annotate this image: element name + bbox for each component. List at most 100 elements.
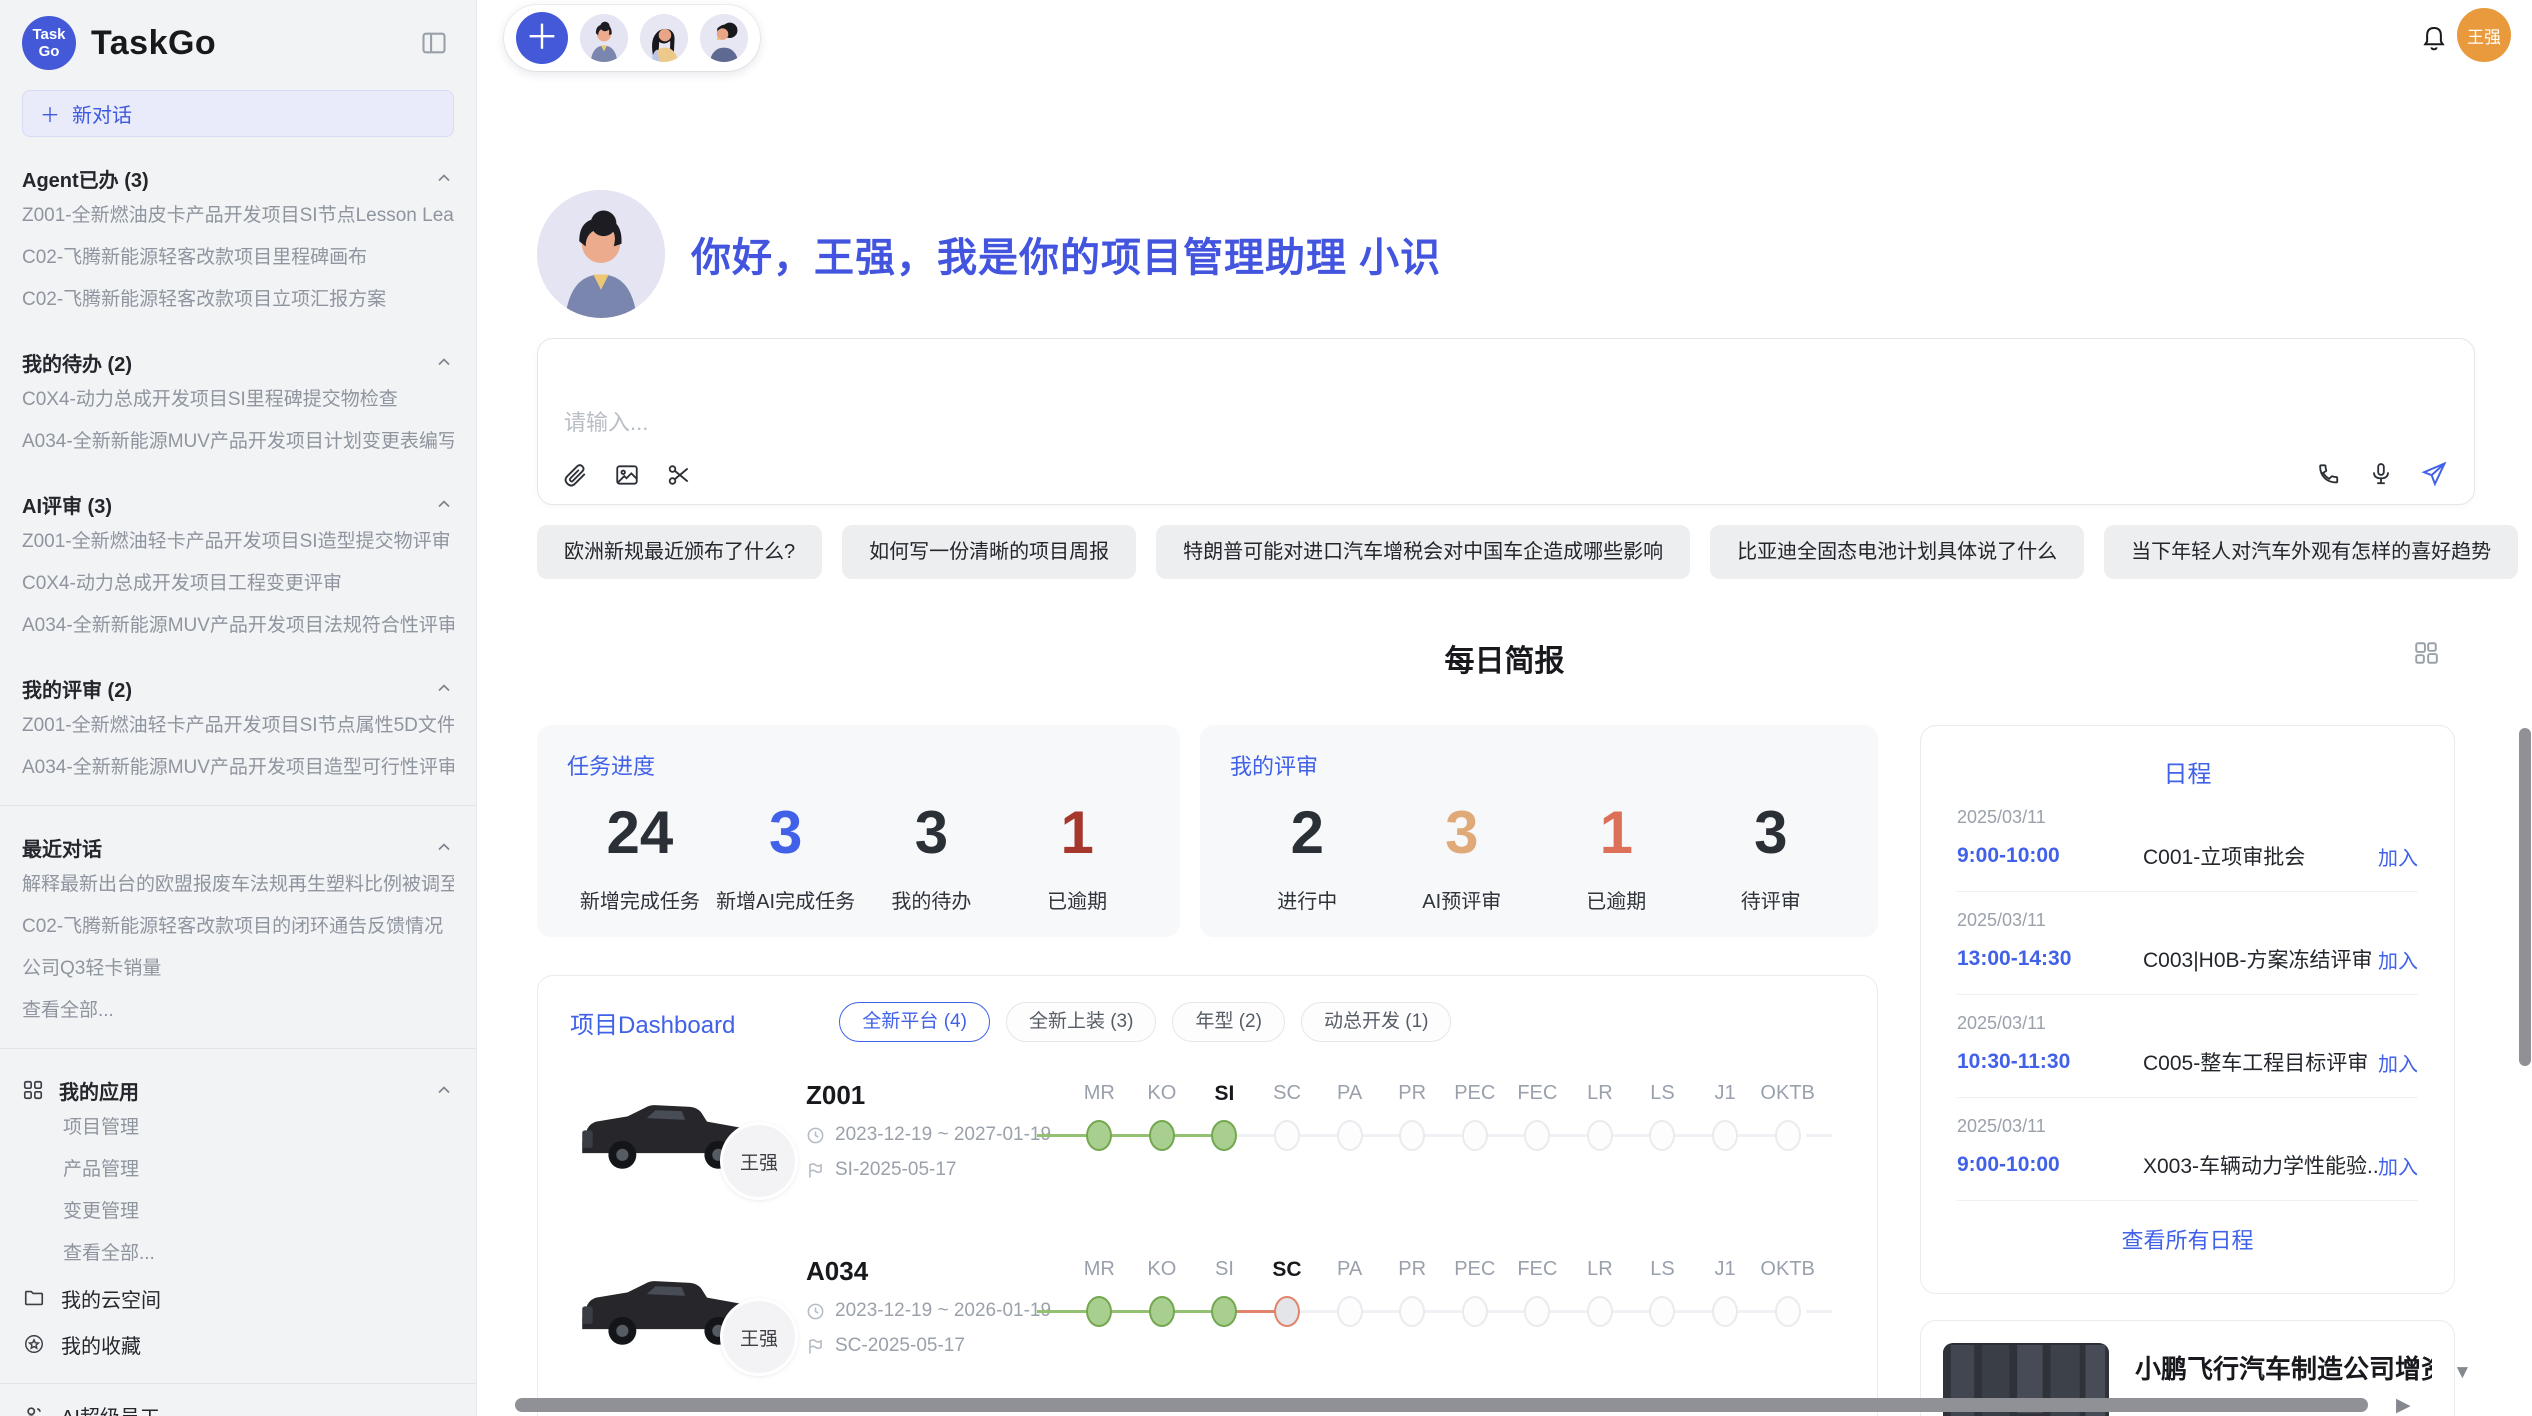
paperclip-icon[interactable] — [562, 462, 588, 488]
scroll-down-arrow-icon[interactable]: ▼ — [2453, 1362, 2472, 1384]
app-title: TaskGo — [91, 24, 216, 63]
section-header-ai-review[interactable]: AI评审 (3) — [22, 487, 454, 521]
section-header-my-apps[interactable]: 我的应用 — [22, 1073, 454, 1107]
assistant-avatar-2[interactable] — [640, 14, 688, 62]
milestone-dot — [1211, 1120, 1237, 1151]
join-button[interactable]: 加入 — [2378, 945, 2418, 974]
apps-grid-icon — [22, 1079, 44, 1101]
sidebar-item[interactable]: A034-全新新能源MUV产品开发项目计划变更表编写 — [22, 421, 454, 463]
add-assistant-button[interactable]: ＋ — [516, 12, 568, 64]
chevron-up-icon — [434, 837, 454, 857]
image-icon[interactable] — [614, 462, 640, 488]
stat-label: 待评审 — [1694, 885, 1849, 914]
section-header-my-todo[interactable]: 我的待办 (2) — [22, 345, 454, 379]
sidebar-item[interactable]: C02-飞腾新能源轻客改款项目立项汇报方案 — [22, 279, 454, 321]
milestone-oktb: OKTB — [1756, 1082, 1819, 1151]
phone-icon[interactable] — [2316, 461, 2342, 487]
schedule-event-title: C001-立项审批会 — [2143, 841, 2378, 871]
stat-label: 新增完成任务 — [567, 885, 713, 914]
sidebar-collapse-icon[interactable] — [418, 27, 450, 59]
project-row[interactable]: 王强 A034 2023-12-19 ~ 2026-01-19 SC-2025-… — [570, 1254, 1845, 1404]
task-progress-card: 任务进度 24 新增完成任务 3 新增AI完成任务 3 我的待办 — [537, 725, 1180, 937]
chevron-up-icon — [434, 678, 454, 698]
sidebar-item[interactable]: C0X4-动力总成开发项目工程变更评审 — [22, 563, 454, 605]
divider — [0, 1048, 476, 1049]
user-avatar[interactable]: 王强 — [2457, 8, 2511, 62]
sidebar-item-cloud-space[interactable]: 我的云空间 — [22, 1275, 454, 1321]
section-header-recent-chats[interactable]: 最近对话 — [22, 830, 454, 864]
filter-new-body[interactable]: 全新上装 (3) — [1006, 1002, 1157, 1042]
chat-composer[interactable]: 请输入... — [537, 338, 2475, 505]
notification-bell-icon[interactable] — [2419, 23, 2449, 53]
section-label: Agent已办 (3) — [22, 164, 149, 193]
assistant-switcher: ＋ — [504, 5, 760, 71]
apps-view-all[interactable]: 查看全部... — [22, 1233, 454, 1275]
schedule-time: 9:00-10:00 — [1957, 844, 2115, 868]
schedule-time: 10:30-11:30 — [1957, 1050, 2115, 1074]
send-icon[interactable] — [2420, 460, 2448, 488]
project-name: Z001 — [806, 1080, 1068, 1111]
chevron-up-icon — [434, 1080, 454, 1100]
sidebar-item[interactable]: C0X4-动力总成开发项目SI里程碑提交物检查 — [22, 379, 454, 421]
suggestion-chip[interactable]: 欧洲新规最近颁布了什么? — [537, 525, 822, 579]
milestone-label: J1 — [1694, 1258, 1757, 1286]
sidebar-item-ai-employee[interactable]: AI超级员工 — [22, 1392, 454, 1416]
project-row[interactable]: 王强 Z001 2023-12-19 ~ 2027-01-19 SI-2025-… — [570, 1078, 1845, 1228]
sidebar-item[interactable]: A034-全新新能源MUV产品开发项目造型可行性评审 — [22, 747, 454, 789]
filter-powertrain[interactable]: 动总开发 (1) — [1301, 1002, 1452, 1042]
stat-new-ai-done: 3 新增AI完成任务 — [713, 795, 859, 914]
briefing-layout-icon[interactable] — [2413, 640, 2439, 666]
composer-right-tools — [2316, 460, 2448, 488]
sidebar-item-favorites[interactable]: 我的收藏 — [22, 1321, 454, 1367]
suggestion-chip[interactable]: 比亚迪全固态电池计划具体说了什么 — [1710, 525, 2084, 579]
milestone-label: OKTB — [1756, 1258, 1819, 1286]
join-button[interactable]: 加入 — [2378, 842, 2418, 871]
milestone-ko: KO — [1131, 1258, 1194, 1327]
sidebar-item[interactable]: Z001-全新燃油皮卡产品开发项目SI节点Lesson Learn报告 — [22, 195, 454, 237]
app-item-change-mgmt[interactable]: 变更管理 — [22, 1191, 454, 1233]
section-header-agent-done[interactable]: Agent已办 (3) — [22, 161, 454, 195]
app-item-product-mgmt[interactable]: 产品管理 — [22, 1149, 454, 1191]
assistant-avatar-1[interactable] — [580, 14, 628, 62]
milestone-dot — [1587, 1296, 1613, 1327]
recent-chats-view-all[interactable]: 查看全部... — [22, 990, 454, 1032]
filter-new-platform[interactable]: 全新平台 (4) — [839, 1002, 990, 1042]
scroll-right-arrow-icon[interactable]: ▶ — [2396, 1394, 2411, 1416]
section-header-my-review[interactable]: 我的评审 (2) — [22, 671, 454, 705]
suggestion-chip[interactable]: 特朗普可能对进口汽车增税会对中国车企造成哪些影响 — [1156, 525, 1690, 579]
milestone-label: MR — [1068, 1082, 1131, 1110]
join-button[interactable]: 加入 — [2378, 1048, 2418, 1077]
recent-chat-item[interactable]: C02-飞腾新能源轻客改款项目的闭环通告反馈情况 — [22, 906, 454, 948]
suggestion-chip[interactable]: 当下年轻人对汽车外观有怎样的喜好趋势 — [2104, 525, 2518, 579]
recent-chat-item[interactable]: 公司Q3轻卡销量 — [22, 948, 454, 990]
suggestion-chip[interactable]: 如何写一份清晰的项目周报 — [842, 525, 1136, 579]
new-chat-button[interactable]: ＋ 新对话 — [22, 90, 454, 137]
sidebar-item[interactable]: C02-飞腾新能源轻客改款项目里程碑画布 — [22, 237, 454, 279]
chat-input[interactable]: 请输入... — [564, 405, 648, 437]
sidebar-item[interactable]: Z001-全新燃油轻卡产品开发项目SI节点属性5D文件评审 — [22, 705, 454, 747]
project-flag-date: SI-2025-05-17 — [835, 1159, 956, 1181]
milestone-dot — [1086, 1296, 1112, 1327]
milestone-pr: PR — [1381, 1082, 1444, 1151]
clock-icon — [806, 1126, 825, 1145]
schedule-event-title: X003-车辆动力学性能验... — [2143, 1150, 2378, 1180]
scissors-icon[interactable] — [666, 462, 692, 488]
milestone-label: PR — [1381, 1082, 1444, 1110]
milestone-dot — [1211, 1296, 1237, 1327]
milestone-dot — [1712, 1120, 1738, 1151]
assistant-avatar-3[interactable] — [700, 14, 748, 62]
milestone-dot — [1149, 1296, 1175, 1327]
milestone-dot — [1775, 1120, 1801, 1151]
horizontal-scrollbar[interactable] — [515, 1398, 2368, 1412]
filter-year-model[interactable]: 年型 (2) — [1172, 1002, 1285, 1042]
schedule-item: 2025/03/11 9:00-10:00 C001-立项审批会 加入 — [1957, 789, 2418, 892]
app-item-project-mgmt[interactable]: 项目管理 — [22, 1107, 454, 1149]
recent-chat-item[interactable]: 解释最新出台的欧盟报废车法规再生塑料比例被调至15%... — [22, 864, 454, 906]
sidebar-item[interactable]: Z001-全新燃油轻卡产品开发项目SI造型提交物评审 — [22, 521, 454, 563]
join-button[interactable]: 加入 — [2378, 1151, 2418, 1180]
section-label: 我的评审 (2) — [22, 674, 132, 703]
mic-icon[interactable] — [2368, 461, 2394, 487]
sidebar-item[interactable]: A034-全新新能源MUV产品开发项目法规符合性评审 — [22, 605, 454, 647]
vertical-scrollbar[interactable] — [2519, 728, 2531, 1066]
view-all-schedule-link[interactable]: 查看所有日程 — [1957, 1223, 2418, 1255]
